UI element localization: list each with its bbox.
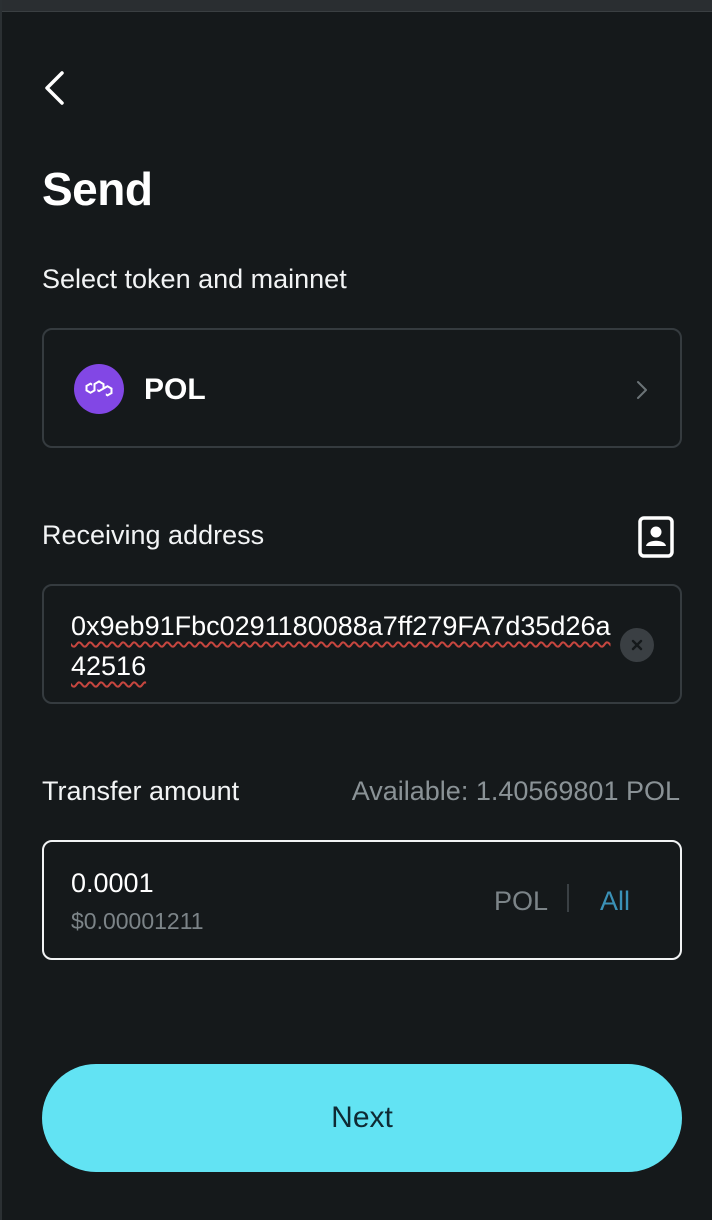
close-icon [631, 639, 643, 651]
available-balance: Available: 1.40569801 POL [351, 776, 680, 806]
amount-field[interactable]: 0.0001 $0.00001211 POL All [42, 840, 682, 960]
polygon-logo-icon [74, 364, 124, 414]
all-amount-button[interactable]: All [600, 886, 630, 917]
token-name: POL [144, 373, 206, 406]
token-section-label: Select token and mainnet [42, 264, 347, 294]
amount-input[interactable]: 0.0001 [71, 868, 154, 899]
window-top-bar [0, 0, 712, 12]
amount-usd-value: $0.00001211 [71, 908, 204, 934]
amount-section-label: Transfer amount [42, 776, 240, 806]
send-panel: Send Select token and mainnet POL Receiv… [2, 12, 712, 1220]
address-book-icon[interactable] [636, 516, 676, 558]
amount-divider [567, 884, 569, 912]
address-section-label: Receiving address [42, 520, 265, 550]
address-input[interactable]: 0x9eb91Fbc0291180088a7ff279FA7d35d26a425… [71, 606, 611, 686]
next-button[interactable]: Next [42, 1064, 682, 1172]
back-button[interactable] [42, 62, 82, 114]
chevron-right-icon [637, 381, 647, 399]
address-field[interactable]: 0x9eb91Fbc0291180088a7ff279FA7d35d26a425… [42, 584, 682, 704]
amount-unit: POL [494, 886, 549, 916]
token-selector[interactable]: POL [42, 328, 682, 448]
page-title: Send [42, 163, 153, 215]
clear-address-button[interactable] [620, 628, 654, 662]
chevron-left-icon [45, 71, 64, 105]
